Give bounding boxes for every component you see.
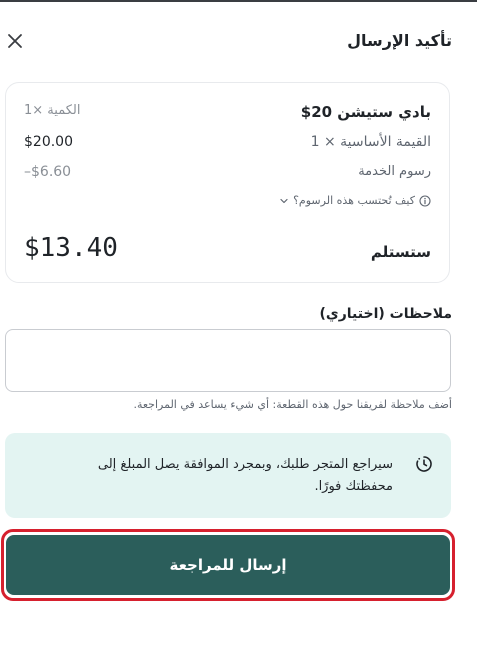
receive-label: ستستلم bbox=[370, 243, 431, 261]
notes-hint: أضف ملاحظة لفريقنا حول هذه القطعة: أي شي… bbox=[133, 398, 452, 411]
service-fee-label: رسوم الخدمة bbox=[358, 164, 431, 179]
receive-amount: $13.40 bbox=[24, 233, 118, 263]
close-icon bbox=[8, 34, 22, 48]
chevron-down-icon bbox=[280, 198, 288, 203]
summary-card: بادي ستيشن 20$ الكمية ×1 القيمة الأساسية… bbox=[5, 82, 450, 283]
fee-explanation-label: كيف تُحتسب هذه الرسوم؟ bbox=[293, 194, 415, 207]
info-icon bbox=[419, 194, 431, 207]
notes-input[interactable] bbox=[5, 329, 451, 392]
service-fee-value: –$6.60 bbox=[24, 164, 72, 180]
product-name: بادي ستيشن 20$ bbox=[300, 103, 431, 121]
fee-explanation-toggle[interactable]: كيف تُحتسب هذه الرسوم؟ bbox=[279, 194, 431, 207]
confirm-sheet: تأكيد الإرسال بادي ستيشن 20$ الكمية ×1 ا… bbox=[0, 0, 477, 658]
base-value-label: القيمة الأساسية × 1 bbox=[310, 134, 431, 150]
submit-for-review-button[interactable]: إرسال للمراجعة bbox=[6, 535, 450, 595]
review-info-text: سيراجع المتجر طلبك، وبمجرد الموافقة يصل … bbox=[97, 457, 393, 494]
clock-check-icon bbox=[416, 456, 432, 472]
notes-label: ملاحظات (اختياري) bbox=[319, 306, 453, 322]
page-title: تأكيد الإرسال bbox=[347, 31, 452, 50]
base-value: $20.00 bbox=[24, 134, 73, 150]
close-button[interactable] bbox=[6, 32, 24, 50]
review-info-box: سيراجع المتجر طلبك، وبمجرد الموافقة يصل … bbox=[5, 433, 451, 518]
quantity: الكمية ×1 bbox=[24, 103, 81, 118]
top-border bbox=[0, 0, 477, 2]
